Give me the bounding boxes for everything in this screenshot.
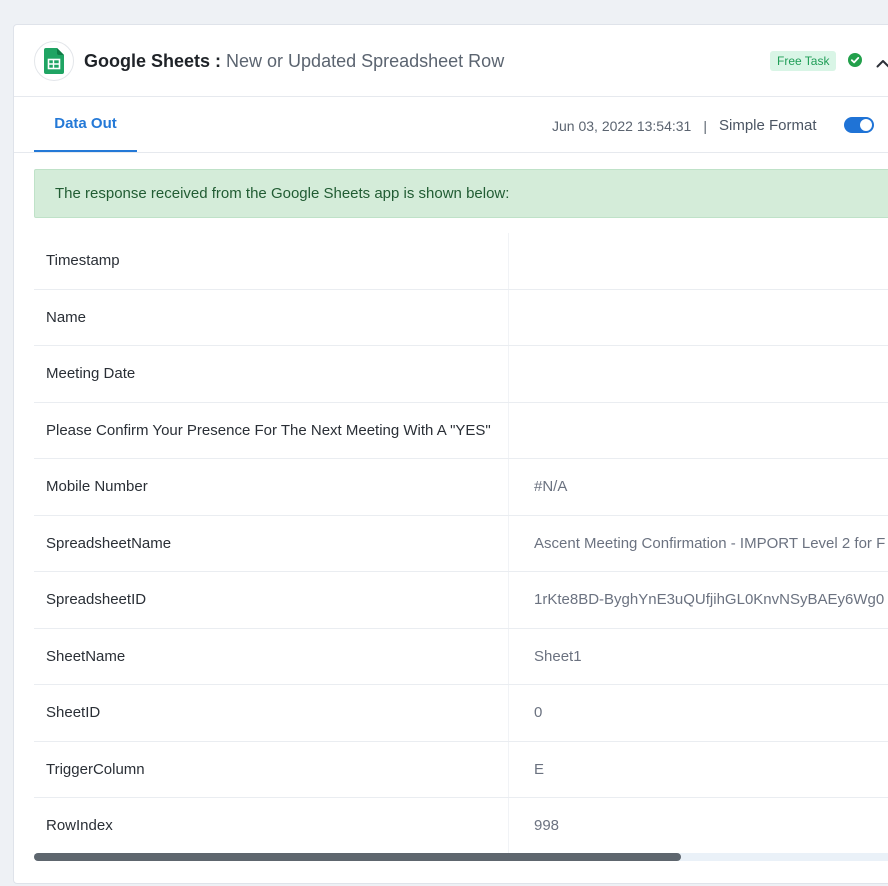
run-timestamp: Jun 03, 2022 13:54:31	[552, 117, 692, 134]
table-row: Mobile Number #N/A	[34, 459, 888, 516]
row-key: SheetName	[46, 647, 126, 665]
row-value: #N/A	[534, 478, 568, 496]
row-key: Name	[46, 308, 87, 326]
table-row: SheetID 0	[34, 685, 888, 742]
table-row: Name	[34, 289, 888, 346]
row-value: 1rKte8BD-ByghYnE3uQUfjihGL0KnvNSyBAEy6Wg…	[534, 591, 885, 609]
toggle-knob	[860, 119, 872, 131]
app-name: Google Sheets	[84, 51, 211, 71]
table-row: RowIndex 998	[34, 798, 888, 855]
chevron-up-icon[interactable]	[876, 55, 888, 73]
column-divider	[508, 741, 509, 797]
google-sheets-icon	[34, 41, 74, 81]
row-key: SheetID	[46, 704, 101, 722]
table-row: TriggerColumn E	[34, 741, 888, 798]
column-divider	[508, 798, 509, 854]
column-divider	[508, 346, 509, 402]
free-task-badge: Free Task	[770, 51, 837, 71]
tab-bar: Data Out Jun 03, 2022 13:54:31 | Simple …	[14, 97, 888, 153]
column-divider	[508, 515, 509, 571]
column-divider	[508, 289, 509, 345]
table-row: SpreadsheetName Ascent Meeting Confirmati…	[34, 515, 888, 572]
table-row: Timestamp	[34, 233, 888, 290]
row-value: Ascent Meeting Confirmation - IMPORT Lev…	[534, 534, 886, 552]
table-row: Meeting Date	[34, 346, 888, 403]
row-value: 998	[534, 817, 560, 835]
column-divider	[508, 233, 509, 289]
simple-format-label: Simple Format	[718, 117, 817, 134]
table-row: SpreadsheetID 1rKte8BD-ByghYnE3uQUfjihGL0…	[34, 572, 888, 629]
response-notice: The response received from the Google Sh…	[34, 169, 888, 218]
column-divider	[508, 685, 509, 741]
row-key: Timestamp	[46, 252, 120, 270]
step-title: Google Sheets : New or Updated Spreadshe…	[84, 50, 504, 72]
event-name: New or Updated Spreadsheet Row	[226, 51, 505, 71]
column-divider	[508, 572, 509, 628]
horizontal-scrollbar[interactable]	[34, 853, 888, 861]
row-value: Sheet1	[534, 647, 582, 665]
scrollbar-thumb[interactable]	[34, 853, 681, 861]
row-value: E	[534, 760, 545, 778]
step-header[interactable]: Google Sheets : New or Updated Spreadshe…	[14, 25, 888, 97]
simple-format-toggle[interactable]	[844, 117, 874, 133]
step-card: Google Sheets : New or Updated Spreadshe…	[13, 24, 888, 884]
column-divider	[508, 628, 509, 684]
column-divider	[508, 402, 509, 458]
row-key: Please Confirm Your Presence For The Nex…	[46, 421, 491, 439]
row-key: Meeting Date	[46, 365, 136, 383]
row-value: 0	[534, 704, 543, 722]
row-key: Mobile Number	[46, 478, 148, 496]
row-key: TriggerColumn	[46, 760, 145, 778]
response-table: Timestamp Name Meeting Date Please Confirm …	[34, 233, 888, 855]
row-key: SpreadsheetID	[46, 591, 147, 609]
step-meta: Jun 03, 2022 13:54:31 | Simple Format	[552, 117, 817, 134]
table-row: Please Confirm Your Presence For The Nex…	[34, 402, 888, 459]
meta-separator: |	[703, 117, 707, 134]
title-separator: :	[210, 51, 227, 71]
table-row: SheetName Sheet1	[34, 628, 888, 685]
column-divider	[508, 459, 509, 515]
tab-data-out[interactable]: Data Out	[34, 97, 137, 152]
row-key: SpreadsheetName	[46, 534, 172, 552]
row-key: RowIndex	[46, 817, 113, 835]
check-circle-icon	[848, 53, 862, 72]
